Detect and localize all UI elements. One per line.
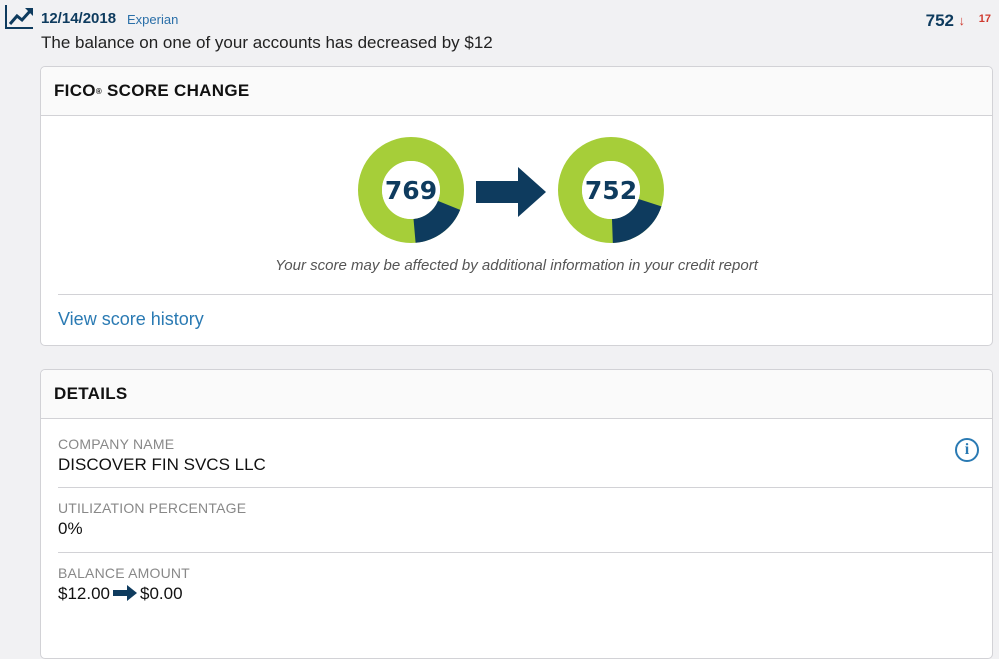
current-score: 752	[925, 11, 954, 30]
balance-new: $0.00	[140, 584, 183, 603]
utilization-value: 0%	[58, 519, 83, 538]
old-score-gauge: 769	[358, 137, 464, 243]
fico-score-change-card: FICO ® SCORE CHANGE 769 752 Your score ma…	[40, 66, 993, 346]
details-card: DETAILS COMPANY NAME DISCOVER FIN SVCS L…	[40, 369, 993, 659]
balance-old: $12.00	[58, 584, 110, 603]
balance-label: BALANCE AMOUNT	[58, 565, 190, 581]
old-score: 769	[384, 175, 438, 205]
score-delta: 17	[978, 13, 991, 25]
new-score: 752	[584, 175, 638, 205]
view-score-history-link[interactable]: View score history	[58, 309, 204, 330]
divider	[58, 552, 992, 553]
company-name-value: DISCOVER FIN SVCS LLC	[58, 455, 266, 474]
company-name-label: COMPANY NAME	[58, 436, 175, 452]
alert-date: 12/14/2018	[41, 10, 117, 27]
new-score-gauge: 752	[558, 137, 664, 243]
details-title: DETAILS	[54, 384, 128, 403]
balance-value: $12.00 $0.00	[58, 584, 992, 606]
utilization-label: UTILIZATION PERCENTAGE	[58, 500, 247, 516]
balance-change-arrow-icon	[113, 585, 137, 606]
fico-title-rest: SCORE CHANGE	[102, 81, 250, 100]
score-note: Your score may be affected by additional…	[275, 257, 758, 274]
score-down-icon: ↓	[958, 13, 966, 28]
fico-card-header: FICO ® SCORE CHANGE	[41, 67, 992, 116]
divider	[58, 294, 992, 295]
info-icon[interactable]: i	[955, 438, 979, 462]
alert-message: The balance on one of your accounts has …	[41, 33, 493, 52]
details-card-header: DETAILS	[41, 370, 992, 419]
trend-up-icon	[5, 5, 33, 29]
fico-title: FICO	[54, 81, 96, 100]
alert-bureau: Experian	[127, 12, 179, 27]
utilization-field: UTILIZATION PERCENTAGE 0%	[58, 500, 992, 539]
balance-field: BALANCE AMOUNT $12.00 $0.00	[58, 565, 992, 606]
company-name-field: COMPANY NAME DISCOVER FIN SVCS LLC	[58, 436, 992, 475]
score-change-arrow-icon	[476, 167, 546, 222]
divider	[58, 487, 992, 488]
